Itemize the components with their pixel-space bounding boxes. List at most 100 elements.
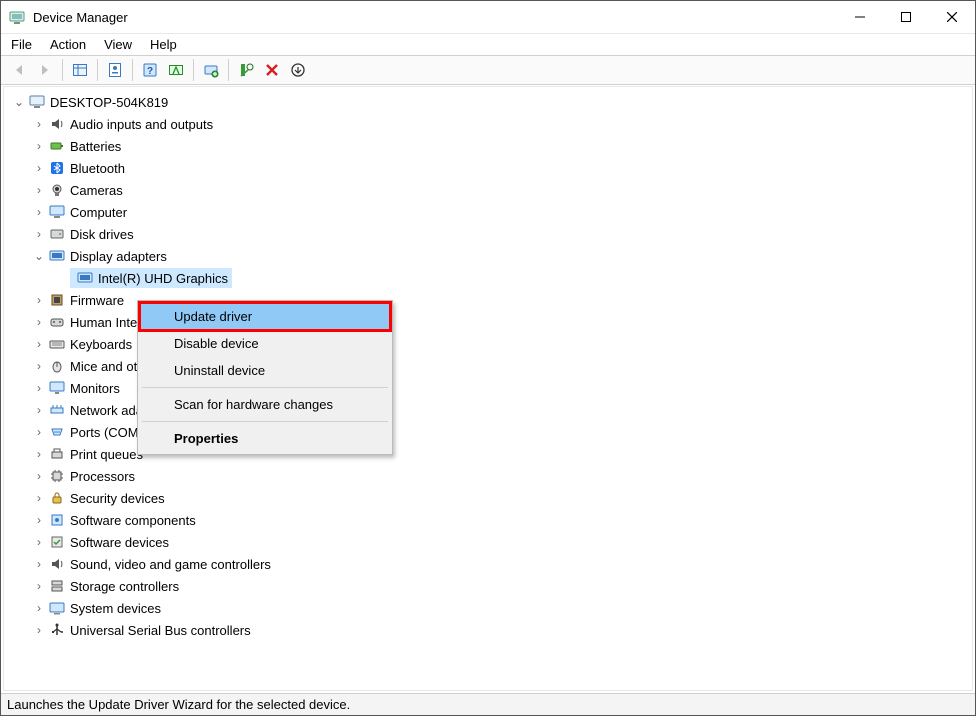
tree-category-batteries[interactable]: ›Batteries (12, 135, 964, 157)
batteries-icon (48, 137, 66, 155)
tree-category-label: Computer (70, 205, 127, 220)
chevron-right-icon[interactable]: › (32, 117, 46, 131)
device-manager-icon (9, 9, 25, 25)
tree-category-label: Security devices (70, 491, 165, 506)
print-queues-icon (48, 445, 66, 463)
tree-category-disk-drives[interactable]: › Disk drives (12, 223, 964, 245)
svg-text:?: ? (147, 66, 153, 77)
chevron-right-icon[interactable]: › (32, 139, 46, 153)
chevron-right-icon[interactable]: › (32, 425, 46, 439)
tree-category-display-adapters[interactable]: ⌄ Display adapters (12, 245, 964, 267)
menu-help[interactable]: Help (150, 37, 177, 52)
sound-video-and-game-controllers-icon (48, 555, 66, 573)
tree-category-label: Display adapters (70, 249, 167, 264)
display-adapters-icon (48, 247, 66, 265)
cameras-icon (48, 181, 66, 199)
chevron-right-icon[interactable]: › (32, 403, 46, 417)
ctx-uninstall-device[interactable]: Uninstall device (140, 357, 390, 384)
tree-device-intel-uhd-graphics[interactable]: ›Intel(R) UHD Graphics (12, 267, 964, 289)
tree-category-cameras[interactable]: ›Cameras (12, 179, 964, 201)
chevron-right-icon[interactable]: › (32, 227, 46, 241)
tree-category-system-devices[interactable]: › System devices (12, 597, 964, 619)
scan-hardware-button[interactable] (164, 58, 188, 82)
tree-category-universal-serial-bus-controllers[interactable]: › Universal Serial Bus controllers (12, 619, 964, 641)
network-adapters-icon (48, 401, 66, 419)
chevron-right-icon[interactable]: › (32, 293, 46, 307)
tree-category-software-components[interactable]: › Software components (12, 509, 964, 531)
tree-root-label: DESKTOP-504K819 (50, 95, 168, 110)
show-hide-tree-button[interactable] (68, 58, 92, 82)
tree-category-bluetooth[interactable]: ›Bluetooth (12, 157, 964, 179)
menu-file[interactable]: File (11, 37, 32, 52)
tree-category-label: Disk drives (70, 227, 134, 242)
software-devices-icon (48, 533, 66, 551)
tree-category-software-devices[interactable]: › Software devices (12, 531, 964, 553)
back-button[interactable] (7, 58, 31, 82)
tree-category-label: Firmware (70, 293, 124, 308)
tree-category-audio-inputs-and-outputs[interactable]: › Audio inputs and outputs (12, 113, 964, 135)
chevron-right-icon[interactable]: › (32, 183, 46, 197)
tree-device-label: Intel(R) UHD Graphics (98, 271, 228, 286)
help-button[interactable]: ? (138, 58, 162, 82)
tree-category-security-devices[interactable]: › Security devices (12, 487, 964, 509)
computer-icon (48, 203, 66, 221)
context-menu: Update driver Disable device Uninstall d… (137, 300, 393, 455)
keyboards-icon (48, 335, 66, 353)
tree-category-processors[interactable]: › Processors (12, 465, 964, 487)
tree-category-label: Software components (70, 513, 196, 528)
uninstall-device-button[interactable] (260, 58, 284, 82)
chevron-down-icon[interactable]: ⌄ (12, 95, 26, 109)
chevron-right-icon[interactable]: › (32, 469, 46, 483)
tree-category-label: Audio inputs and outputs (70, 117, 213, 132)
chevron-right-icon[interactable]: › (32, 491, 46, 505)
chevron-right-icon[interactable]: › (32, 315, 46, 329)
minimize-button[interactable] (837, 1, 883, 33)
titlebar: Device Manager (1, 1, 975, 33)
chevron-right-icon[interactable]: › (32, 623, 46, 637)
properties-button[interactable] (103, 58, 127, 82)
tree-category-label: Keyboards (70, 337, 132, 352)
processors-icon (48, 467, 66, 485)
ctx-disable-device[interactable]: Disable device (140, 330, 390, 357)
menu-view[interactable]: View (104, 37, 132, 52)
chevron-right-icon[interactable]: › (32, 161, 46, 175)
ctx-properties[interactable]: Properties (140, 425, 390, 452)
forward-button[interactable] (33, 58, 57, 82)
tree-category-label: Universal Serial Bus controllers (70, 623, 251, 638)
maximize-button[interactable] (883, 1, 929, 33)
tree-root[interactable]: ⌄ DESKTOP-504K819 (12, 91, 964, 113)
chevron-right-icon[interactable]: › (32, 359, 46, 373)
tree-category-storage-controllers[interactable]: ›Storage controllers (12, 575, 964, 597)
chevron-right-icon[interactable]: › (32, 535, 46, 549)
display-adapter-device-icon (76, 269, 94, 287)
chevron-right-icon[interactable]: › (32, 381, 46, 395)
chevron-right-icon[interactable]: › (32, 557, 46, 571)
system-devices-icon (48, 599, 66, 617)
chevron-down-icon[interactable]: ⌄ (32, 249, 46, 263)
disk-drives-icon (48, 225, 66, 243)
chevron-right-icon[interactable]: › (32, 447, 46, 461)
chevron-right-icon[interactable]: › (32, 205, 46, 219)
chevron-right-icon[interactable]: › (32, 579, 46, 593)
chevron-right-icon[interactable]: › (32, 337, 46, 351)
close-button[interactable] (929, 1, 975, 33)
tree-category-computer[interactable]: › Computer (12, 201, 964, 223)
enable-device-button[interactable] (286, 58, 310, 82)
menu-action[interactable]: Action (50, 37, 86, 52)
status-bar: Launches the Update Driver Wizard for th… (1, 693, 975, 715)
tree-category-label: Software devices (70, 535, 169, 550)
tree-category-sound-video-and-game-controllers[interactable]: › Sound, video and game controllers (12, 553, 964, 575)
disable-device-button[interactable] (234, 58, 258, 82)
tree-category-label: Processors (70, 469, 135, 484)
computer-icon (28, 93, 46, 111)
tree-category-label: System devices (70, 601, 161, 616)
audio-inputs-and-outputs-icon (48, 115, 66, 133)
tree-category-label: Print queues (70, 447, 143, 462)
chevron-right-icon[interactable]: › (32, 601, 46, 615)
firmware-icon (48, 291, 66, 309)
ctx-scan-hardware[interactable]: Scan for hardware changes (140, 391, 390, 418)
chevron-right-icon[interactable]: › (32, 513, 46, 527)
update-driver-button[interactable] (199, 58, 223, 82)
tree-category-label: Sound, video and game controllers (70, 557, 271, 572)
ctx-update-driver[interactable]: Update driver (140, 303, 390, 330)
